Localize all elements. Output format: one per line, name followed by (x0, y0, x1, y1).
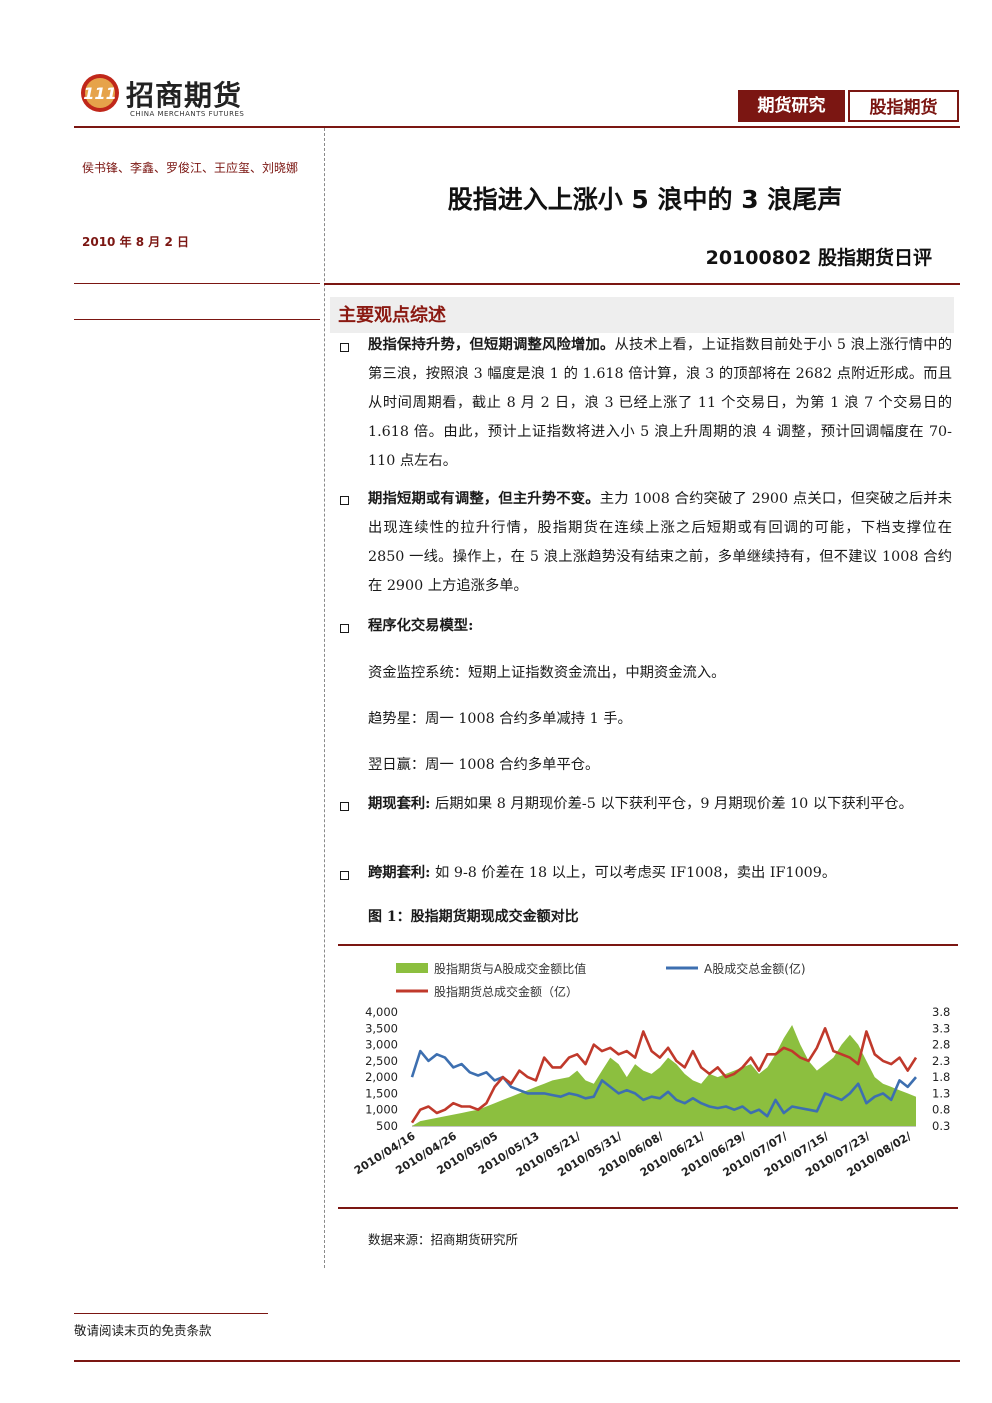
y-left-tick-label: 1,500 (365, 1086, 398, 1100)
y-right-tick-label: 0.3 (932, 1119, 950, 1133)
model-line: 翌日赢：周一 1008 合约多单平仓。 (368, 757, 600, 773)
y-left-tick-label: 3,500 (365, 1021, 398, 1035)
report-date: 2010 年 8 月 2 日 (82, 235, 189, 249)
bullet-icon (340, 624, 349, 633)
title-rule (324, 283, 960, 285)
logo-english: CHINA MERCHANTS FUTURES (130, 110, 245, 118)
point-lead: 跨期套利: (368, 865, 431, 881)
y-right-tick-label: 3.8 (932, 1005, 950, 1019)
legend-label: A股成交总金额(亿) (704, 961, 806, 976)
legend-label: 股指期货与A股成交金额比值 (434, 961, 586, 976)
y-right-tick-label: 0.8 (932, 1103, 950, 1117)
column-divider (324, 128, 325, 1268)
bullet-icon (340, 871, 349, 880)
disclaimer-note: 敬请阅读末页的免责条款 (74, 1323, 212, 1338)
point-paragraph: 股指保持升势，但短期调整风险增加。从技术上看，上证指数目前处于小 5 浪上涨行情… (368, 331, 952, 476)
chart-rule (338, 944, 958, 946)
figure-title: 图 1：股指期货期现成交金额对比 (368, 909, 579, 925)
y-right-tick-label: 1.8 (932, 1070, 950, 1084)
y-left-tick-label: 1,000 (365, 1103, 398, 1117)
point-text: 如 9-8 价差在 18 以上，可以考虑买 IF1008，卖出 IF1009。 (430, 865, 837, 881)
y-left-tick-label: 2,500 (365, 1054, 398, 1068)
y-left-tick-label: 3,000 (365, 1038, 398, 1052)
y-right-tick-label: 1.3 (932, 1086, 950, 1100)
page-title: 股指进入上涨小 5 浪中的 3 浪尾声 (447, 185, 843, 214)
authors: 侯书锋、李鑫、罗俊江、王应玺、刘晓娜 (82, 161, 299, 175)
point-lead: 程序化交易模型: (368, 618, 474, 634)
logo-icon: 111 (81, 74, 119, 112)
page-subtitle: 20100802 股指期货日评 (705, 247, 932, 269)
bullet-icon (340, 496, 349, 505)
left-rule (74, 319, 320, 320)
data-source: 数据来源：招商期货研究所 (368, 1232, 519, 1247)
point-lead: 期指短期或有调整，但主升势不变。 (368, 491, 600, 507)
y-right-tick-label: 2.3 (932, 1054, 950, 1068)
header-rule (74, 126, 960, 128)
model-line: 资金监控系统：短期上证指数资金流出，中期资金流入。 (368, 665, 726, 681)
point-paragraph: 跨期套利: 如 9-8 价差在 18 以上，可以考虑买 IF1008，卖出 IF… (368, 859, 952, 888)
point-paragraph: 期现套利: 后期如果 8 月期现价差-5 以下获利平仓，9 月期现价差 10 以… (368, 790, 952, 819)
y-left-tick-label: 500 (376, 1119, 398, 1133)
chart-rule (338, 1207, 958, 1209)
bottom-rule (74, 1360, 960, 1362)
point-text: 后期如果 8 月期现价差-5 以下获利平仓，9 月期现价差 10 以下获利平仓。 (430, 796, 913, 812)
point-paragraph: 程序化交易模型: (368, 612, 952, 641)
svg-text:111: 111 (83, 84, 116, 103)
point-paragraph: 期指短期或有调整，但主升势不变。主力 1008 合约突破了 2900 点关口，但… (368, 485, 952, 601)
series-area-ratio (412, 1025, 916, 1126)
left-rule (74, 283, 320, 284)
footer-rule (74, 1313, 268, 1314)
y-right-tick-label: 3.3 (932, 1021, 950, 1035)
category-tag-research: 期货研究 (738, 90, 845, 122)
y-right-tick-label: 2.8 (932, 1038, 950, 1052)
y-left-tick-label: 2,000 (365, 1070, 398, 1084)
bullet-icon (340, 343, 349, 352)
logo-name: 招商期货 (126, 79, 243, 112)
legend-swatch (396, 963, 428, 973)
category-tag-index-futures: 股指期货 (848, 90, 959, 122)
y-left-tick-label: 4,000 (365, 1005, 398, 1019)
bullet-icon (340, 802, 349, 811)
section-title: 主要观点综述 (338, 305, 446, 326)
model-line: 趋势星：周一 1008 合约多单减持 1 手。 (368, 711, 632, 727)
point-lead: 期现套利: (368, 796, 431, 812)
point-lead: 股指保持升势，但短期调整风险增加。 (368, 337, 615, 353)
point-text: 从技术上看，上证指数目前处于小 5 浪上涨行情中的第三浪，按照浪 3 幅度是浪 … (368, 337, 952, 469)
legend-label: 股指期货总成交金额（亿） (434, 984, 578, 999)
turnover-chart: 股指期货与A股成交金额比值 A股成交总金额(亿) 股指期货总成交金额（亿） 4,000… (352, 961, 950, 1179)
